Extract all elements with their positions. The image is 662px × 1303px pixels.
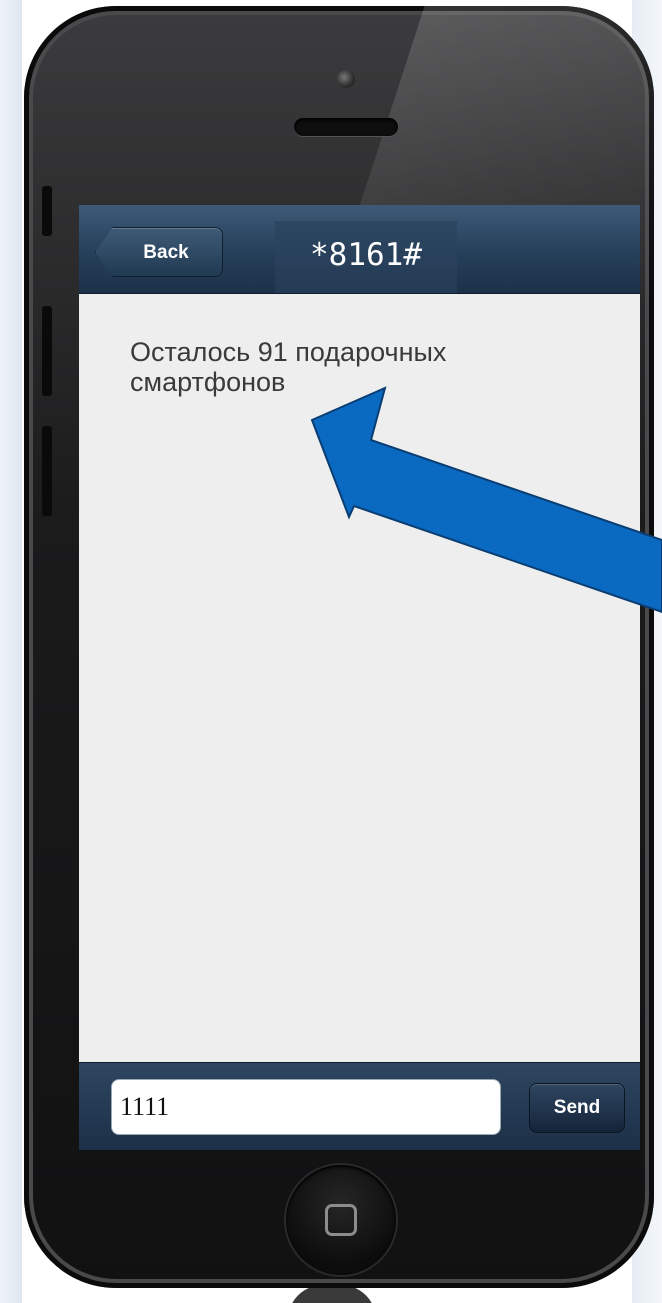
- mute-switch: [42, 186, 52, 236]
- send-button[interactable]: Send: [529, 1083, 625, 1133]
- home-button[interactable]: [286, 1165, 396, 1275]
- phone-screen: Back *8161# Осталось 91 подарочных смарт…: [79, 205, 640, 1150]
- reply-input[interactable]: [111, 1079, 501, 1135]
- navigation-bar: Back *8161#: [79, 205, 640, 294]
- home-button-icon: [325, 1204, 357, 1236]
- page-title: *8161#: [310, 237, 422, 273]
- phone-frame: Back *8161# Осталось 91 подарочных смарт…: [24, 6, 654, 1288]
- reply-bar: Send: [79, 1062, 640, 1150]
- volume-down-button: [42, 426, 52, 516]
- page-background-left: [0, 0, 22, 1303]
- earpiece-speaker-icon: [294, 118, 398, 136]
- volume-up-button: [42, 306, 52, 396]
- ussd-response-message: Осталось 91 подарочных смартфонов: [130, 337, 447, 397]
- back-button[interactable]: Back: [95, 227, 223, 277]
- front-camera-icon: [337, 70, 355, 88]
- screenshot-stage: Back *8161# Осталось 91 подарочных смарт…: [0, 0, 662, 1303]
